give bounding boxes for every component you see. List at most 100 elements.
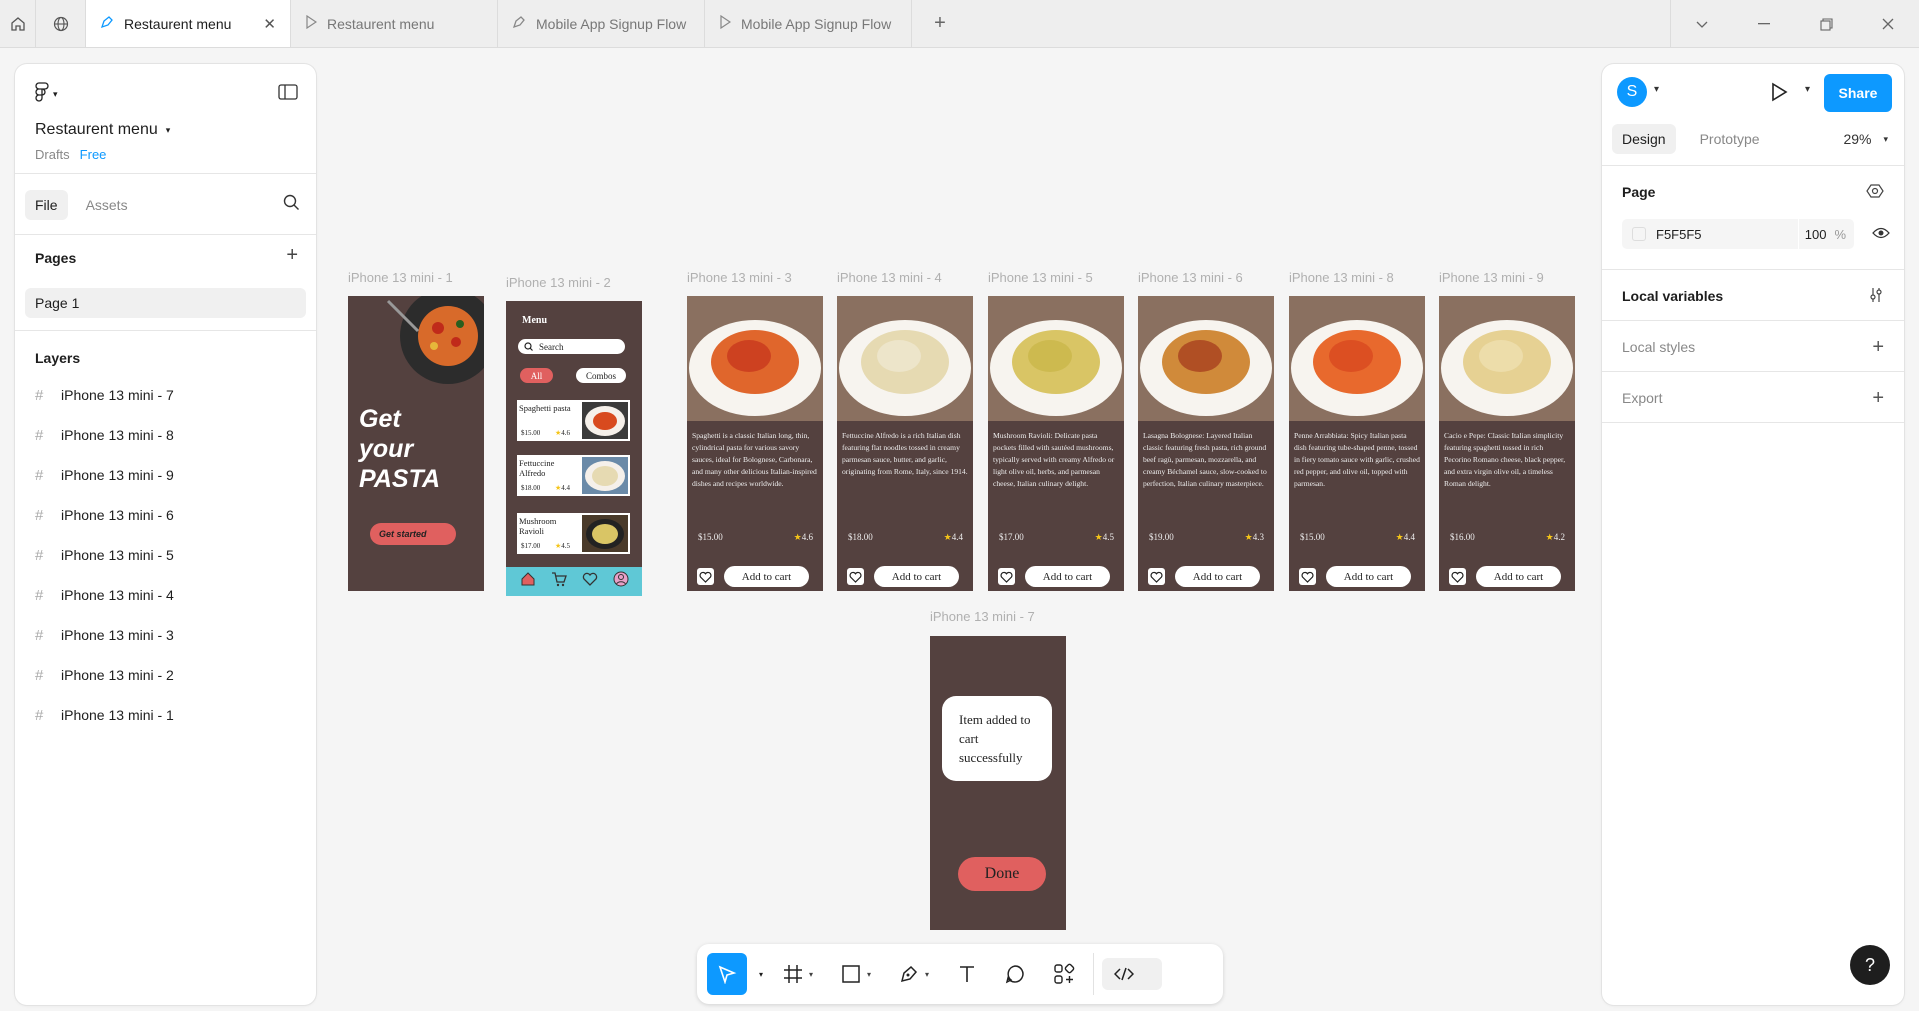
search-input[interactable]: Search: [518, 339, 625, 354]
avatar[interactable]: S: [1617, 77, 1647, 107]
frame-dish-detail[interactable]: Penne Arrabbiata: Spicy Italian pasta di…: [1289, 296, 1425, 591]
menu-card[interactable]: Fettuccine Alfredo $18.00 ★4.4: [517, 455, 630, 496]
layer-item[interactable]: # iPhone 13 mini - 5: [25, 535, 306, 575]
eye-icon[interactable]: [1872, 226, 1890, 245]
tab-restaurent-menu-prototype[interactable]: Restaurent menu: [291, 0, 498, 47]
tab-restaurent-menu-design[interactable]: Restaurent menu ✕: [86, 0, 291, 47]
favorite-button[interactable]: [847, 568, 864, 585]
chip-all[interactable]: All: [520, 368, 553, 383]
tab-signup-flow-prototype[interactable]: Mobile App Signup Flow: [705, 0, 912, 47]
chip-combos[interactable]: Combos: [576, 368, 626, 383]
layer-item[interactable]: # iPhone 13 mini - 8: [25, 415, 306, 455]
tab-file[interactable]: File: [25, 190, 68, 220]
frame-dish-detail[interactable]: Spaghetti is a classic Italian long, thi…: [687, 296, 823, 591]
present-play-icon[interactable]: [1770, 82, 1788, 107]
home-icon[interactable]: [0, 0, 36, 47]
search-icon[interactable]: [283, 194, 300, 216]
frame-iphone-1[interactable]: Get your PASTA Get started: [348, 296, 484, 591]
add-to-cart-button[interactable]: Add to cart: [1025, 566, 1110, 587]
add-to-cart-button[interactable]: Add to cart: [1326, 566, 1411, 587]
actions-tool[interactable]: [1053, 953, 1075, 995]
frame-iphone-2[interactable]: Menu Search All Combos Spaghetti pasta $…: [506, 301, 642, 596]
local-styles-row[interactable]: Local styles +: [1602, 335, 1904, 359]
favorite-button[interactable]: [1148, 568, 1165, 585]
add-to-cart-button[interactable]: Add to cart: [724, 566, 809, 587]
fill-hex[interactable]: F5F5F5: [1656, 227, 1798, 242]
frame-dish-detail[interactable]: Lasagna Bolognese: Layered Italian class…: [1138, 296, 1274, 591]
frame-dish-detail[interactable]: Fettuccine Alfredo is a rich Italian dis…: [837, 296, 973, 591]
favorite-button[interactable]: [1299, 568, 1316, 585]
move-tool[interactable]: [707, 953, 747, 995]
done-button[interactable]: Done: [958, 857, 1046, 891]
frame-label[interactable]: iPhone 13 mini - 7: [930, 609, 1035, 624]
theme-icon[interactable]: [1866, 183, 1884, 202]
frame-label[interactable]: iPhone 13 mini - 6: [1138, 270, 1243, 285]
frame-dish-detail[interactable]: Cacio e Pepe: Classic Italian simplicity…: [1439, 296, 1575, 591]
close-window-icon[interactable]: [1857, 0, 1919, 48]
add-page-plus-icon[interactable]: +: [286, 244, 298, 267]
globe-icon[interactable]: [36, 0, 86, 47]
fill-opacity[interactable]: 100%: [1798, 219, 1854, 249]
share-button[interactable]: Share: [1824, 74, 1892, 112]
export-row[interactable]: Export +: [1602, 386, 1904, 410]
add-to-cart-button[interactable]: Add to cart: [1175, 566, 1260, 587]
add-to-cart-button[interactable]: Add to cart: [1476, 566, 1561, 587]
cart-icon[interactable]: [551, 571, 567, 592]
help-button[interactable]: ?: [1850, 945, 1890, 985]
add-to-cart-button[interactable]: Add to cart: [874, 566, 959, 587]
comment-tool[interactable]: [1005, 953, 1025, 995]
page-item[interactable]: Page 1: [25, 288, 306, 318]
frame-tool[interactable]: ▾: [783, 953, 813, 995]
frame-dish-detail[interactable]: Mushroom Ravioli: Delicate pasta pockets…: [988, 296, 1124, 591]
frame-iphone-7[interactable]: Item added to cart successfully Done: [930, 636, 1066, 930]
menu-card[interactable]: Spaghetti pasta $15.00 ★4.6: [517, 400, 630, 441]
chevron-down-icon[interactable]: ▾: [759, 970, 763, 979]
home-icon[interactable]: [520, 571, 536, 592]
frame-label[interactable]: iPhone 13 mini - 2: [506, 275, 611, 290]
tab-assets[interactable]: Assets: [76, 190, 138, 220]
favorite-button[interactable]: [697, 568, 714, 585]
minimize-icon[interactable]: [1733, 0, 1795, 48]
page-fill-field[interactable]: F5F5F5 100%: [1622, 219, 1854, 249]
favorite-button[interactable]: [1449, 568, 1466, 585]
menu-card[interactable]: Mushroom Ravioli $17.00 ★4.5: [517, 513, 630, 554]
chevron-down-icon[interactable]: ▾: [1805, 84, 1810, 95]
frame-label[interactable]: iPhone 13 mini - 1: [348, 270, 453, 285]
layer-item[interactable]: # iPhone 13 mini - 7: [25, 375, 306, 415]
sidebar-toggle-icon[interactable]: [278, 84, 298, 105]
favorite-button[interactable]: [998, 568, 1015, 585]
heart-icon[interactable]: [582, 571, 598, 592]
text-tool[interactable]: [957, 953, 977, 995]
layer-item[interactable]: # iPhone 13 mini - 6: [25, 495, 306, 535]
plus-icon[interactable]: +: [1872, 387, 1884, 410]
plan-badge[interactable]: Free: [80, 147, 107, 162]
main-menu-button[interactable]: ▾: [35, 82, 58, 107]
frame-label[interactable]: iPhone 13 mini - 4: [837, 270, 942, 285]
restore-icon[interactable]: [1795, 0, 1857, 48]
file-location[interactable]: Drafts: [35, 147, 70, 162]
profile-icon[interactable]: [613, 571, 629, 592]
frame-label[interactable]: iPhone 13 mini - 8: [1289, 270, 1394, 285]
chevron-down-icon[interactable]: ▾: [1654, 84, 1659, 95]
shape-tool[interactable]: ▾: [841, 953, 871, 995]
close-icon[interactable]: ✕: [263, 15, 276, 33]
tab-signup-flow-design[interactable]: Mobile App Signup Flow: [498, 0, 705, 47]
chevron-down-icon[interactable]: [1671, 0, 1733, 48]
layer-item[interactable]: # iPhone 13 mini - 4: [25, 575, 306, 615]
zoom-dropdown[interactable]: 29% ▾: [1843, 131, 1888, 147]
dev-mode-toggle[interactable]: [1102, 958, 1163, 990]
pen-tool[interactable]: ▾: [899, 953, 929, 995]
tab-prototype[interactable]: Prototype: [1690, 124, 1770, 154]
local-variables-row[interactable]: Local variables: [1602, 284, 1904, 308]
layer-item[interactable]: # iPhone 13 mini - 3: [25, 615, 306, 655]
get-started-button[interactable]: Get started: [370, 523, 456, 545]
layer-item[interactable]: # iPhone 13 mini - 2: [25, 655, 306, 695]
tab-design[interactable]: Design: [1612, 124, 1676, 154]
new-tab-plus-icon[interactable]: +: [912, 0, 968, 47]
layer-item[interactable]: # iPhone 13 mini - 9: [25, 455, 306, 495]
layer-item[interactable]: # iPhone 13 mini - 1: [25, 695, 306, 735]
sliders-icon[interactable]: [1868, 287, 1884, 306]
frame-label[interactable]: iPhone 13 mini - 9: [1439, 270, 1544, 285]
frame-label[interactable]: iPhone 13 mini - 3: [687, 270, 792, 285]
color-swatch[interactable]: [1632, 227, 1646, 241]
